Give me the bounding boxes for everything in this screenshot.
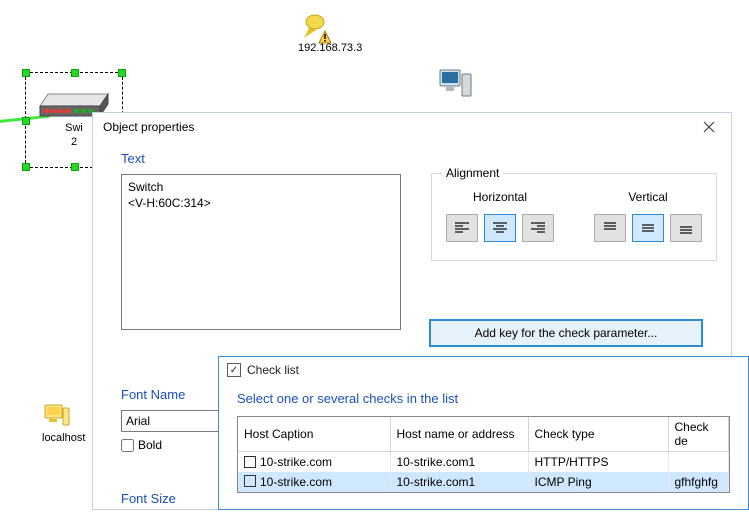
align-center-icon bbox=[492, 221, 508, 235]
column-host-address[interactable]: Host name or address bbox=[390, 417, 528, 452]
section-font-size-title: Font Size bbox=[121, 491, 176, 506]
host-label: localhost bbox=[42, 432, 85, 444]
resize-handle-s[interactable] bbox=[71, 163, 79, 171]
check-list-table-wrap: Host Caption Host name or address Check … bbox=[237, 416, 730, 493]
resize-handle-ne[interactable] bbox=[118, 69, 126, 77]
resize-handle-sw[interactable] bbox=[22, 163, 30, 171]
align-middle-button[interactable] bbox=[632, 214, 664, 242]
add-key-button[interactable]: Add key for the check parameter... bbox=[429, 319, 703, 347]
check-list-subtitle: Select one or several checks in the list bbox=[237, 391, 730, 406]
cell-caption: 10-strike.com bbox=[260, 455, 332, 469]
cell-type: HTTP/HTTPS bbox=[528, 452, 668, 472]
canvas-object-pin[interactable]: 192.168.73.3 bbox=[298, 10, 362, 54]
column-check-desc[interactable]: Check de bbox=[668, 417, 729, 452]
canvas-object-localhost[interactable]: localhost bbox=[42, 400, 85, 444]
dialog-title: Object properties bbox=[103, 120, 194, 134]
alignment-title: Alignment bbox=[442, 166, 503, 180]
align-left-button[interactable] bbox=[446, 214, 478, 242]
resize-handle-w[interactable] bbox=[22, 117, 30, 125]
align-top-icon bbox=[602, 221, 618, 235]
vertical-label: Vertical bbox=[628, 190, 667, 204]
check-list-titlebar[interactable]: ✓ Check list bbox=[219, 357, 748, 383]
bold-checkbox-row[interactable]: Bold bbox=[121, 438, 231, 452]
cell-type: ICMP Ping bbox=[528, 472, 668, 492]
canvas-object-pc[interactable] bbox=[438, 64, 474, 100]
check-list-table: Host Caption Host name or address Check … bbox=[238, 417, 729, 492]
cell-desc: gfhfghfg bbox=[668, 472, 729, 492]
cell-desc bbox=[668, 452, 729, 472]
section-font-name-title: Font Name bbox=[121, 387, 231, 402]
close-icon bbox=[703, 121, 715, 133]
table-row[interactable]: 10-strike.com 10-strike.com1 HTTP/HTTPS bbox=[238, 452, 729, 472]
font-name-input[interactable] bbox=[121, 410, 231, 432]
check-list-dialog: ✓ Check list Select one or several check… bbox=[218, 356, 749, 510]
resize-handle-nw[interactable] bbox=[22, 69, 30, 77]
dialog-titlebar[interactable]: Object properties bbox=[93, 113, 731, 141]
object-text-input[interactable] bbox=[121, 174, 401, 330]
cell-addr: 10-strike.com1 bbox=[390, 472, 528, 492]
align-middle-icon bbox=[640, 221, 656, 235]
row-checkbox[interactable] bbox=[244, 475, 256, 487]
row-checkbox[interactable] bbox=[244, 456, 256, 468]
align-left-icon bbox=[454, 221, 470, 235]
section-text-title: Text bbox=[121, 151, 703, 166]
cell-addr: 10-strike.com1 bbox=[390, 452, 528, 472]
bold-label: Bold bbox=[138, 438, 162, 452]
column-check-type[interactable]: Check type bbox=[528, 417, 668, 452]
align-right-icon bbox=[530, 221, 546, 235]
align-bottom-icon bbox=[678, 221, 694, 235]
host-icon bbox=[42, 400, 72, 430]
computer-icon bbox=[438, 64, 474, 100]
column-host-caption[interactable]: Host Caption bbox=[238, 417, 390, 452]
align-top-button[interactable] bbox=[594, 214, 626, 242]
resize-handle-n[interactable] bbox=[71, 69, 79, 77]
checklist-icon: ✓ bbox=[227, 363, 241, 377]
check-list-title: Check list bbox=[247, 363, 299, 377]
align-center-button[interactable] bbox=[484, 214, 516, 242]
close-button[interactable] bbox=[697, 115, 721, 139]
align-right-button[interactable] bbox=[522, 214, 554, 242]
horizontal-label: Horizontal bbox=[473, 190, 527, 204]
warning-badge-icon bbox=[318, 30, 332, 44]
bold-checkbox[interactable] bbox=[121, 439, 134, 452]
align-bottom-button[interactable] bbox=[670, 214, 702, 242]
alignment-group: Alignment Horizontal Vertical bbox=[431, 173, 717, 261]
table-row[interactable]: 10-strike.com 10-strike.com1 ICMP Ping g… bbox=[238, 472, 729, 492]
pushpin-icon bbox=[298, 10, 328, 40]
cell-caption: 10-strike.com bbox=[260, 475, 332, 489]
